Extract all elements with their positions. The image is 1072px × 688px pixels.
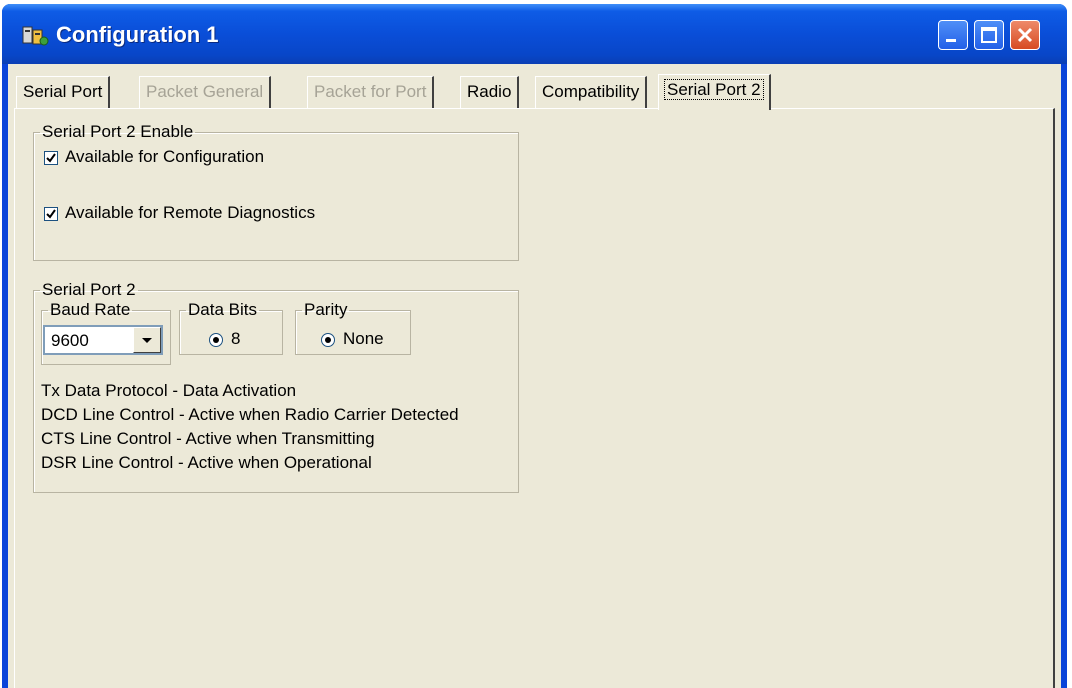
dialog-client-area: Serial Port Packet General Packet for Po… (8, 64, 1061, 688)
minimize-button[interactable] (938, 20, 968, 50)
window-title: Configuration 1 (56, 22, 219, 47)
serial-port-2-enable-group: Serial Port 2 Enable (33, 123, 519, 261)
checkmark-icon (46, 153, 56, 163)
tab-packet-for-port[interactable]: Packet for Port (307, 76, 435, 108)
checkmark-icon (46, 209, 56, 219)
dcd-line-control-text: DCD Line Control - Active when Radio Car… (41, 405, 459, 424)
tab-label: Packet for Port (314, 82, 427, 101)
available-for-configuration-label[interactable]: Available for Configuration (65, 147, 264, 167)
data-bits-8-radio[interactable] (209, 333, 223, 347)
tab-label: Packet General (146, 82, 264, 101)
tab-label: Radio (467, 82, 512, 101)
tab-compatibility[interactable]: Compatibility (535, 76, 648, 108)
tab-label: Serial Port (23, 82, 103, 101)
parity-none-label[interactable]: None (343, 329, 384, 349)
available-for-remote-diagnostics-label[interactable]: Available for Remote Diagnostics (65, 203, 315, 223)
tab-label: Compatibility (542, 82, 640, 101)
close-icon (1017, 27, 1033, 43)
group-legend: Serial Port 2 (42, 280, 136, 299)
tab-label: Serial Port 2 (664, 79, 764, 100)
tab-serial-port-2[interactable]: Serial Port 2 (658, 74, 771, 110)
parity-none-radio[interactable] (321, 333, 335, 347)
app-icon (22, 26, 49, 46)
available-for-remote-diagnostics-checkbox[interactable] (44, 207, 58, 221)
tx-data-protocol-text: Tx Data Protocol - Data Activation (41, 381, 297, 400)
maximize-button[interactable] (974, 20, 1004, 50)
cts-line-control-text: CTS Line Control - Active when Transmitt… (41, 429, 375, 448)
tab-serial-port[interactable]: Serial Port (16, 76, 111, 108)
group-legend: Serial Port 2 Enable (42, 122, 194, 141)
group-legend: Data Bits (188, 300, 257, 319)
maximize-icon (981, 27, 997, 43)
tab-panel-serial-port-2: Serial Port 2 Enable Available for Confi… (14, 108, 1055, 688)
dialog-window: Configuration 1 Serial Port Packet Gener… (2, 4, 1067, 688)
tab-packet-general[interactable]: Packet General (139, 76, 272, 108)
baud-rate-value: 9600 (51, 331, 89, 350)
close-button[interactable] (1010, 20, 1040, 50)
tab-radio[interactable]: Radio (460, 76, 520, 108)
minimize-icon (946, 39, 956, 42)
available-for-configuration-checkbox[interactable] (44, 151, 58, 165)
data-bits-8-label[interactable]: 8 (231, 329, 240, 349)
group-legend: Baud Rate (50, 300, 131, 319)
baud-rate-dropdown-button[interactable] (133, 327, 161, 353)
dropdown-arrow-icon (142, 338, 152, 343)
title-bar[interactable]: Configuration 1 (2, 4, 1067, 64)
baud-rate-select[interactable]: 9600 (43, 325, 163, 355)
group-legend: Parity (304, 300, 348, 319)
dsr-line-control-text: DSR Line Control - Active when Operation… (41, 453, 372, 472)
